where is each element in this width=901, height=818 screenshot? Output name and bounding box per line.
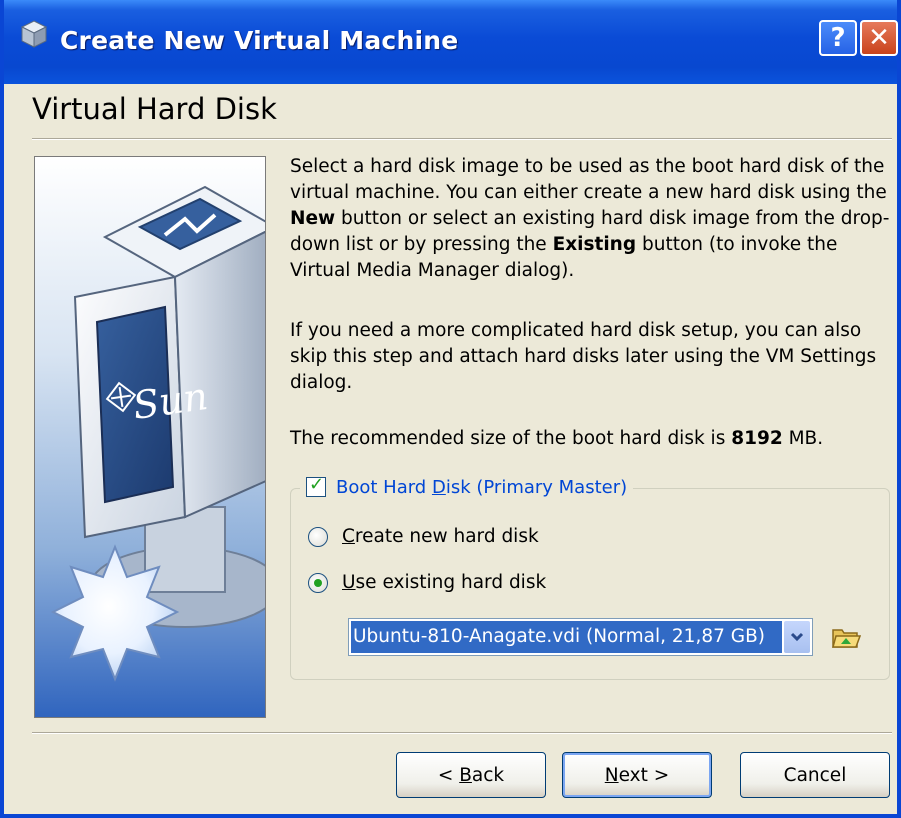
label-accelerator: C xyxy=(342,526,355,547)
footer-divider xyxy=(32,732,892,734)
label-accelerator: U xyxy=(342,572,356,593)
label-text: reate new hard disk xyxy=(354,526,539,547)
boot-hard-disk-checkbox[interactable]: ✓ Boot Hard Disk (Primary Master) xyxy=(300,473,634,501)
wizard-side-image: Sun xyxy=(34,156,266,718)
back-button[interactable]: < Back xyxy=(396,752,546,798)
use-existing-disk-radio[interactable]: Use existing hard disk xyxy=(308,572,546,593)
label-text: Boot Hard xyxy=(336,476,432,498)
button-text: ack xyxy=(471,764,505,786)
button-text: < xyxy=(437,764,460,786)
dropdown-arrow-button[interactable] xyxy=(784,621,810,653)
label-accelerator: D xyxy=(431,476,446,498)
window-title: Create New Virtual Machine xyxy=(60,26,459,55)
button-accelerator: B xyxy=(459,764,472,786)
chevron-down-icon xyxy=(790,632,804,642)
radio-button-selected[interactable] xyxy=(308,572,328,593)
existing-disk-button[interactable] xyxy=(828,622,864,654)
virtualbox-cube-icon xyxy=(20,20,48,48)
hard-disk-select[interactable]: Ubuntu-810-Anagate.vdi (Normal, 21,87 GB… xyxy=(348,618,813,656)
recommended-size-value: 8192 xyxy=(731,428,783,449)
cancel-button[interactable]: Cancel xyxy=(740,752,890,798)
description-text: The recommended size of the boot hard di… xyxy=(290,428,732,449)
description-bold-existing: Existing xyxy=(552,234,637,255)
close-button[interactable]: ✕ xyxy=(860,20,898,56)
recommended-size-text: The recommended size of the boot hard di… xyxy=(290,426,898,452)
open-folder-icon xyxy=(832,629,861,648)
title-bar[interactable]: Create New Virtual Machine ? ✕ xyxy=(4,0,898,84)
label-text: isk (Primary Master) xyxy=(445,476,628,498)
hard-disk-select-value: Ubuntu-810-Anagate.vdi (Normal, 21,87 GB… xyxy=(351,621,782,653)
radio-dot-icon xyxy=(314,578,322,587)
label-text: se existing hard disk xyxy=(355,572,547,593)
create-new-disk-label: Create new hard disk xyxy=(342,526,539,547)
button-text: ext > xyxy=(618,764,670,786)
virtualbox-sun-artwork: Sun xyxy=(35,157,265,717)
use-existing-disk-label: Use existing hard disk xyxy=(342,572,546,593)
next-button[interactable]: Next > xyxy=(562,752,712,798)
button-accelerator: N xyxy=(604,764,619,786)
help-button[interactable]: ? xyxy=(819,20,857,56)
radio-button-unselected[interactable] xyxy=(308,526,328,547)
checkbox-box[interactable]: ✓ xyxy=(306,474,326,497)
description-text: Select a hard disk image to be used as t… xyxy=(290,156,887,203)
check-mark-icon: ✓ xyxy=(309,474,325,495)
description-paragraph-1: Select a hard disk image to be used as t… xyxy=(290,154,898,284)
description-text: MB. xyxy=(782,428,824,449)
boot-hard-disk-label: Boot Hard Disk (Primary Master) xyxy=(336,477,627,498)
header-divider xyxy=(32,138,892,140)
description-paragraph-2: If you need a more complicated hard disk… xyxy=(290,320,877,393)
create-new-disk-radio[interactable]: Create new hard disk xyxy=(308,526,539,547)
page-title: Virtual Hard Disk xyxy=(32,92,277,126)
description-bold-new: New xyxy=(290,208,336,229)
dialog-window: Create New Virtual Machine ? ✕ Virtual H… xyxy=(0,0,901,818)
